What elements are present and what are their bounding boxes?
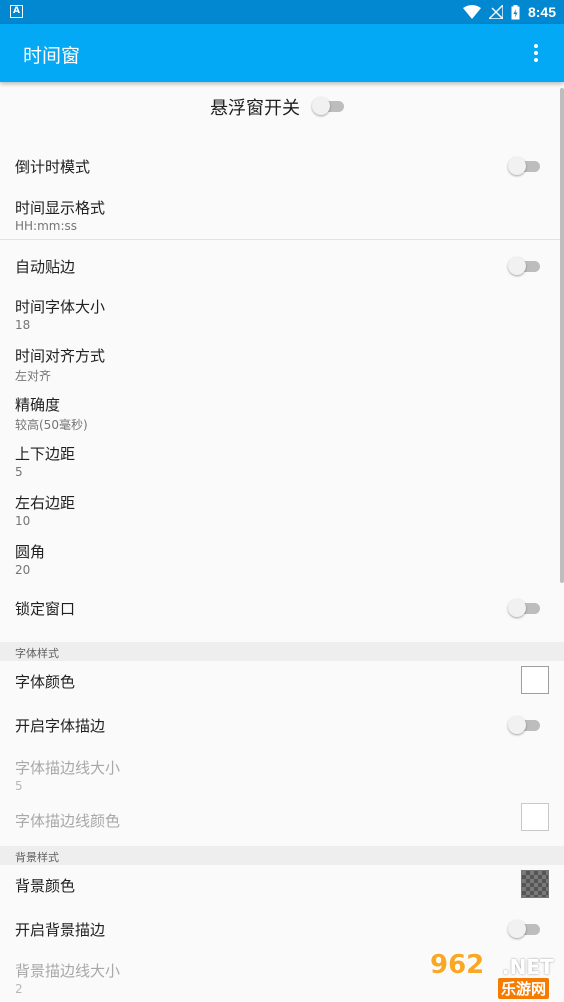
toggle-thumb [508,599,526,617]
setting-vpadding-label: 上下边距 [15,445,76,463]
no-signal-icon [488,5,503,19]
setting-bg-stroke-size-value: 2 [15,982,23,996]
font-stroke-toggle[interactable] [508,716,542,734]
setting-bg-stroke-size-label: 背景描边线大小 [15,962,121,980]
setting-font-stroke-color-label: 字体描边线颜色 [15,812,121,830]
setting-align-row[interactable]: 时间对齐方式 左对齐 [0,338,564,387]
watermark-cn: 乐游网 [498,978,550,999]
setting-font-color-row[interactable]: 字体颜色 [0,661,564,701]
setting-radius-value: 20 [15,563,31,577]
setting-bg-stroke-row[interactable]: 开启背景描边 [0,908,564,952]
font-stroke-color-swatch [521,803,549,831]
category-font-style-label: 字体样式 [15,647,59,660]
clock: 8:45 [527,4,556,20]
setting-auto-snap-row[interactable]: 自动贴边 [0,244,564,288]
setting-precision-value: 较高(50毫秒) [15,418,88,432]
setting-font-stroke-label: 开启字体描边 [15,717,106,735]
setting-font-size-label: 时间字体大小 [15,298,106,316]
floating-window-toggle[interactable] [312,97,346,115]
app-title: 时间窗 [23,45,81,67]
watermark-suffix: .NET [502,955,554,979]
setting-time-format-value: HH:mm:ss [15,219,78,233]
setting-precision-row[interactable]: 精确度 较高(50毫秒) [0,387,564,436]
category-bg-style-label: 背景样式 [15,851,59,864]
setting-vpadding-row[interactable]: 上下边距 5 [0,436,564,485]
font-color-swatch[interactable] [521,666,549,694]
toggle-thumb [312,97,330,115]
category-bg-style: 背景样式 [0,846,564,865]
setting-font-stroke-row[interactable]: 开启字体描边 [0,704,564,748]
category-font-style: 字体样式 [0,642,564,661]
setting-vpadding-value: 5 [15,465,23,479]
status-icons: 8:45 [462,3,556,21]
setting-precision-label: 精确度 [15,396,61,414]
setting-radius-row[interactable]: 圆角 20 [0,534,564,583]
setting-auto-snap-label: 自动贴边 [15,258,76,276]
toggle-thumb [508,920,526,938]
setting-font-color-label: 字体颜色 [15,673,76,691]
countdown-toggle[interactable] [508,157,542,175]
setting-time-format-label: 时间显示格式 [15,199,106,217]
watermark-number: 962 [430,950,485,980]
setting-lock-row[interactable]: 锁定窗口 [0,586,564,630]
setting-font-size-value: 18 [15,318,31,332]
battery-icon [511,4,520,19]
setting-countdown-label: 倒计时模式 [15,158,91,176]
setting-bg-stroke-label: 开启背景描边 [15,921,106,939]
setting-lock-label: 锁定窗口 [15,600,76,618]
setting-time-format-row[interactable]: 时间显示格式 HH:mm:ss [0,188,564,240]
setting-bg-color-label: 背景颜色 [15,877,76,895]
setting-font-stroke-color-row: 字体描边线颜色 [0,802,564,846]
toggle-thumb [508,157,526,175]
setting-hpadding-label: 左右边距 [15,494,76,512]
wifi-icon [462,5,481,19]
settings-list[interactable]: 悬浮窗开关 倒计时模式 时间显示格式 HH:mm:ss 自动贴边 时间字体大小 … [0,82,564,1002]
watermark-logo: 962 .NET 乐游网 [424,950,564,1000]
toggle-thumb [508,716,526,734]
status-bar: A 8:45 [0,0,564,24]
app-notification-icon: A [10,5,23,18]
setting-font-size-row[interactable]: 时间字体大小 18 [0,289,564,338]
more-vert-icon[interactable] [524,41,548,65]
setting-align-value: 左对齐 [15,369,52,383]
setting-bg-color-row[interactable]: 背景颜色 [0,865,564,905]
setting-countdown-row[interactable]: 倒计时模式 [0,144,564,188]
bg-stroke-toggle[interactable] [508,920,542,938]
floating-window-switch-label: 悬浮窗开关 [210,98,300,119]
setting-hpadding-value: 10 [15,514,31,528]
lock-window-toggle[interactable] [508,599,542,617]
toggle-thumb [508,257,526,275]
app-bar: 时间窗 [0,24,564,82]
divider [0,239,564,240]
floating-window-switch-row[interactable]: 悬浮窗开关 [0,82,564,130]
bg-color-swatch[interactable] [521,870,549,898]
auto-snap-toggle[interactable] [508,257,542,275]
scrollbar[interactable] [560,88,564,583]
setting-radius-label: 圆角 [15,543,46,561]
setting-font-stroke-size-label: 字体描边线大小 [15,759,121,777]
setting-align-label: 时间对齐方式 [15,347,106,365]
setting-font-stroke-size-value: 5 [15,779,23,793]
setting-font-stroke-size-row: 字体描边线大小 5 [0,752,564,802]
setting-hpadding-row[interactable]: 左右边距 10 [0,485,564,534]
